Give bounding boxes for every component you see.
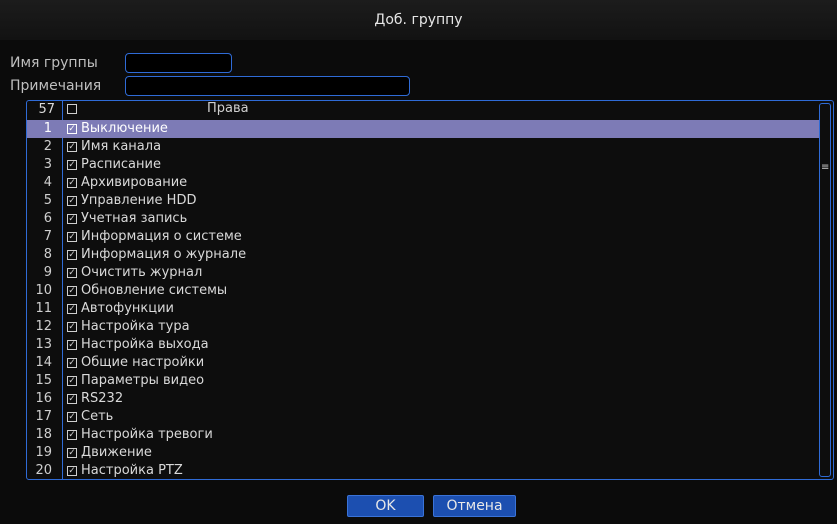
- list-item-label: Учетная запись: [81, 211, 188, 226]
- scrollbar-grip-icon[interactable]: ≡: [821, 163, 829, 173]
- group-name-label: Имя группы: [10, 55, 98, 71]
- group-name-input[interactable]: [125, 53, 232, 73]
- ok-button[interactable]: OK: [347, 495, 424, 517]
- list-item-number: 1: [43, 121, 52, 136]
- list-item-number: 16: [35, 391, 52, 406]
- list-item[interactable]: 9 ✓ Очистить журнал: [27, 264, 819, 282]
- list-item[interactable]: 8 ✓ Информация о журнале: [27, 246, 819, 264]
- list-item-number: 10: [35, 283, 52, 298]
- notes-input[interactable]: [125, 76, 410, 96]
- list-item[interactable]: 4 ✓ Архивирование: [27, 174, 819, 192]
- list-item-number: 6: [43, 211, 52, 226]
- list-item[interactable]: 6 ✓ Учетная запись: [27, 210, 819, 228]
- checkbox[interactable]: ✓: [67, 214, 77, 224]
- dialog-titlebar: Доб. группу: [0, 0, 837, 40]
- list-item[interactable]: 7 ✓ Информация о системе: [27, 228, 819, 246]
- list-item-number: 7: [43, 229, 52, 244]
- list-item-number: 20: [35, 463, 52, 478]
- list-item-number: 19: [35, 445, 52, 460]
- cancel-button[interactable]: Отмена: [433, 495, 516, 517]
- list-item[interactable]: 10 ✓ Обновление системы: [27, 282, 819, 300]
- checkbox[interactable]: ✓: [67, 160, 77, 170]
- list-item[interactable]: 15 ✓ Параметры видео: [27, 372, 819, 390]
- list-item-label: Настройка тура: [81, 319, 190, 334]
- list-item-label: Очистить журнал: [81, 265, 203, 280]
- list-item-label: Общие настройки: [81, 355, 205, 370]
- list-item[interactable]: 3 ✓ Расписание: [27, 156, 819, 174]
- list-item[interactable]: 14 ✓ Общие настройки: [27, 354, 819, 372]
- list-item-label: Информация о системе: [81, 229, 242, 244]
- list-item-number: 12: [35, 319, 52, 334]
- notes-label: Примечания: [10, 78, 102, 94]
- checkbox[interactable]: ✓: [67, 196, 77, 206]
- list-item[interactable]: 13 ✓ Настройка выхода: [27, 336, 819, 354]
- list-item-number: 11: [35, 301, 52, 316]
- rights-column-title: Права: [207, 101, 249, 116]
- checkbox[interactable]: ✓: [67, 250, 77, 260]
- checkbox[interactable]: ✓: [67, 286, 77, 296]
- checkbox[interactable]: ✓: [67, 394, 77, 404]
- checkbox[interactable]: ✓: [67, 232, 77, 242]
- list-item-number: 14: [35, 355, 52, 370]
- list-item-label: Настройка PTZ: [81, 463, 183, 478]
- checkbox[interactable]: ✓: [67, 358, 77, 368]
- checkbox[interactable]: ✓: [67, 430, 77, 440]
- checkbox[interactable]: ✓: [67, 412, 77, 422]
- list-item-number: 5: [43, 193, 52, 208]
- list-item-label: Информация о журнале: [81, 247, 247, 262]
- list-item-label: Сеть: [81, 409, 114, 424]
- checkbox[interactable]: ✓: [67, 304, 77, 314]
- list-item-number: 13: [35, 337, 52, 352]
- checkbox[interactable]: ✓: [67, 322, 77, 332]
- list-item[interactable]: 16 ✓ RS232: [27, 390, 819, 408]
- rights-count: 57: [38, 102, 55, 117]
- rights-list: 57 Права 1 ✓ Выключение 2 ✓ Имя канала 3 ✓ Распи…: [26, 100, 834, 480]
- checkbox[interactable]: ✓: [67, 340, 77, 350]
- list-item-number: 15: [35, 373, 52, 388]
- checkbox[interactable]: ✓: [67, 268, 77, 278]
- list-item[interactable]: 12 ✓ Настройка тура: [27, 318, 819, 336]
- list-item[interactable]: 18 ✓ Настройка тревоги: [27, 426, 819, 444]
- list-item-label: Настройка тревоги: [81, 427, 213, 442]
- list-item[interactable]: 17 ✓ Сеть: [27, 408, 819, 426]
- list-item-label: Архивирование: [81, 175, 188, 190]
- rights-list-header: 57 Права: [27, 101, 819, 119]
- list-item-label: Настройка выхода: [81, 337, 209, 352]
- add-group-dialog: Доб. группу Имя группы Примечания 57 Пра…: [0, 0, 837, 524]
- list-item-number: 8: [43, 247, 52, 262]
- dialog-title: Доб. группу: [374, 12, 463, 28]
- list-item-number: 18: [35, 427, 52, 442]
- list-item-label: Имя канала: [81, 139, 162, 154]
- checkbox[interactable]: ✓: [67, 376, 77, 386]
- checkbox[interactable]: ✓: [67, 124, 77, 134]
- list-item[interactable]: 20 ✓ Настройка PTZ: [27, 462, 819, 480]
- list-item-number: 2: [43, 139, 52, 154]
- select-all-checkbox[interactable]: [67, 104, 77, 114]
- list-item[interactable]: 5 ✓ Управление HDD: [27, 192, 819, 210]
- list-item-label: RS232: [81, 391, 124, 406]
- list-item-label: Управление HDD: [81, 193, 197, 208]
- list-item-label: Параметры видео: [81, 373, 205, 388]
- list-item-label: Обновление системы: [81, 283, 228, 298]
- list-item-label: Расписание: [81, 157, 161, 172]
- list-item-label: Движение: [81, 445, 152, 460]
- list-item[interactable]: 11 ✓ Автофункции: [27, 300, 819, 318]
- rights-scrollbar[interactable]: ≡: [819, 103, 831, 477]
- list-item[interactable]: 19 ✓ Движение: [27, 444, 819, 462]
- checkbox[interactable]: ✓: [67, 448, 77, 458]
- list-item-label: Выключение: [81, 121, 168, 136]
- list-item[interactable]: 2 ✓ Имя канала: [27, 138, 819, 156]
- list-item-number: 17: [35, 409, 52, 424]
- checkbox[interactable]: ✓: [67, 142, 77, 152]
- list-item[interactable]: 1 ✓ Выключение: [27, 120, 819, 138]
- checkbox[interactable]: ✓: [67, 178, 77, 188]
- list-item-number: 3: [43, 157, 52, 172]
- list-item-number: 4: [43, 175, 52, 190]
- list-item-label: Автофункции: [81, 301, 174, 316]
- list-item-number: 9: [43, 265, 52, 280]
- checkbox[interactable]: ✓: [67, 466, 77, 476]
